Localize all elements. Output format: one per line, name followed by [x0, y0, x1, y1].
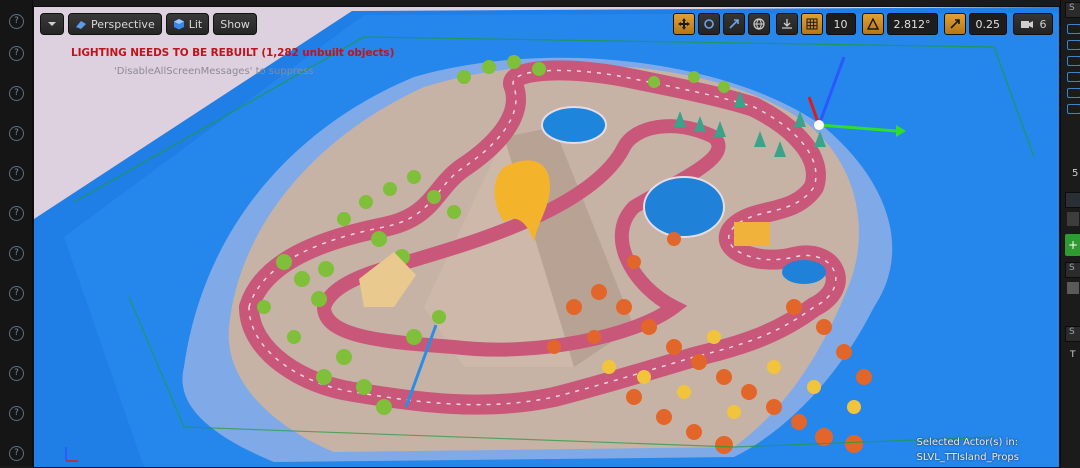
help-icon[interactable]: ?: [9, 286, 24, 301]
transform-section-label[interactable]: T: [1070, 350, 1076, 360]
camera-speed-button[interactable]: 6: [1013, 13, 1053, 35]
selected-actor-info: Selected Actor(s) in: SLVL_TTIsland_Prop…: [917, 435, 1019, 465]
viewport-toolbar: Perspective Lit Show: [40, 12, 257, 36]
help-icon[interactable]: ?: [9, 206, 24, 221]
help-icon[interactable]: ?: [9, 366, 24, 381]
chevron-down-icon: [48, 22, 56, 26]
scale-snap-toggle[interactable]: [943, 13, 966, 35]
camera-icon: [1020, 21, 1033, 28]
scale-snap-value[interactable]: 0.25: [968, 13, 1007, 35]
lit-label: Lit: [188, 17, 203, 31]
selected-actor-level: SLVL_TTIsland_Props: [916, 452, 1019, 463]
selected-actor-line1: Selected Actor(s) in:: [916, 437, 1019, 448]
scale-snap-icon: [949, 19, 960, 29]
surface-snap-button[interactable]: [775, 13, 798, 35]
left-help-gutter: ? ? ? ? ? ? ? ? ? ? ? ?: [0, 0, 33, 466]
outliner-row-icon[interactable]: [1067, 40, 1080, 50]
camera-speed-value: 6: [1039, 17, 1047, 31]
rotation-snap-toggle[interactable]: [861, 13, 884, 35]
perspective-label: Perspective: [91, 17, 155, 31]
disable-messages-hint: 'DisableAllScreenMessages' to suppress: [114, 66, 314, 77]
details-panel-edge: S 5 + S S T: [1060, 0, 1080, 466]
help-icon[interactable]: ?: [9, 246, 24, 261]
outliner-row-icon[interactable]: [1067, 24, 1080, 34]
outliner-count: 5: [1072, 168, 1079, 179]
panel-search-box[interactable]: S: [1065, 326, 1080, 342]
lighting-warning: LIGHTING NEEDS TO BE REBUILT (1,282 unbu…: [71, 47, 395, 59]
viewport-options-dropdown[interactable]: [40, 13, 64, 35]
outliner-row-icon[interactable]: [1067, 104, 1080, 114]
lit-button[interactable]: Lit: [165, 13, 210, 35]
help-icon[interactable]: ?: [9, 46, 24, 61]
level-viewport[interactable]: Perspective Lit Show 10 2.812° 0.25 6 LI…: [33, 6, 1060, 468]
show-label: Show: [220, 17, 250, 31]
perspective-icon: [76, 21, 86, 29]
grid-icon: [806, 18, 817, 30]
outliner-row-icon[interactable]: [1067, 72, 1080, 82]
move-icon: [677, 18, 690, 30]
gizmo-center: [814, 120, 824, 130]
transform-toolbar: 10 2.812° 0.25 6: [672, 12, 1053, 36]
component-icon: [1067, 282, 1079, 294]
details-tab-icon[interactable]: [1065, 192, 1080, 208]
globe-icon: [752, 18, 765, 30]
grid-snap-value[interactable]: 10: [825, 13, 856, 35]
house-yellow: [734, 222, 770, 246]
rotate-mode-button[interactable]: [697, 13, 720, 35]
help-icon[interactable]: ?: [9, 166, 24, 181]
add-component-button[interactable]: +: [1065, 234, 1080, 256]
scale-mode-button[interactable]: [722, 13, 745, 35]
translate-mode-button[interactable]: [672, 13, 695, 35]
outliner-row-icon[interactable]: [1067, 56, 1080, 66]
rotate-icon: [703, 19, 714, 29]
help-icon[interactable]: ?: [9, 14, 24, 29]
help-icon[interactable]: ?: [9, 406, 24, 421]
angle-icon: [866, 18, 879, 30]
surface-snap-icon: [781, 19, 792, 29]
lit-cube-icon: [173, 19, 184, 30]
actor-icon: [1067, 212, 1079, 226]
outliner-row-icon[interactable]: [1067, 88, 1080, 98]
help-icon[interactable]: ?: [9, 126, 24, 141]
panel-search-box[interactable]: S: [1065, 2, 1080, 18]
lake-left: [541, 106, 607, 144]
scale-icon: [728, 19, 739, 29]
show-button[interactable]: Show: [213, 13, 257, 35]
rotation-snap-value[interactable]: 2.812°: [886, 13, 938, 35]
perspective-button[interactable]: Perspective: [68, 13, 162, 35]
grid-snap-toggle[interactable]: [800, 13, 823, 35]
help-icon[interactable]: ?: [9, 446, 24, 461]
lake-right: [643, 176, 725, 238]
world-local-toggle[interactable]: [747, 13, 770, 35]
pond-small: [782, 260, 826, 284]
help-icon[interactable]: ?: [9, 326, 24, 341]
help-icon[interactable]: ?: [9, 86, 24, 101]
panel-search-box[interactable]: S: [1065, 262, 1080, 278]
